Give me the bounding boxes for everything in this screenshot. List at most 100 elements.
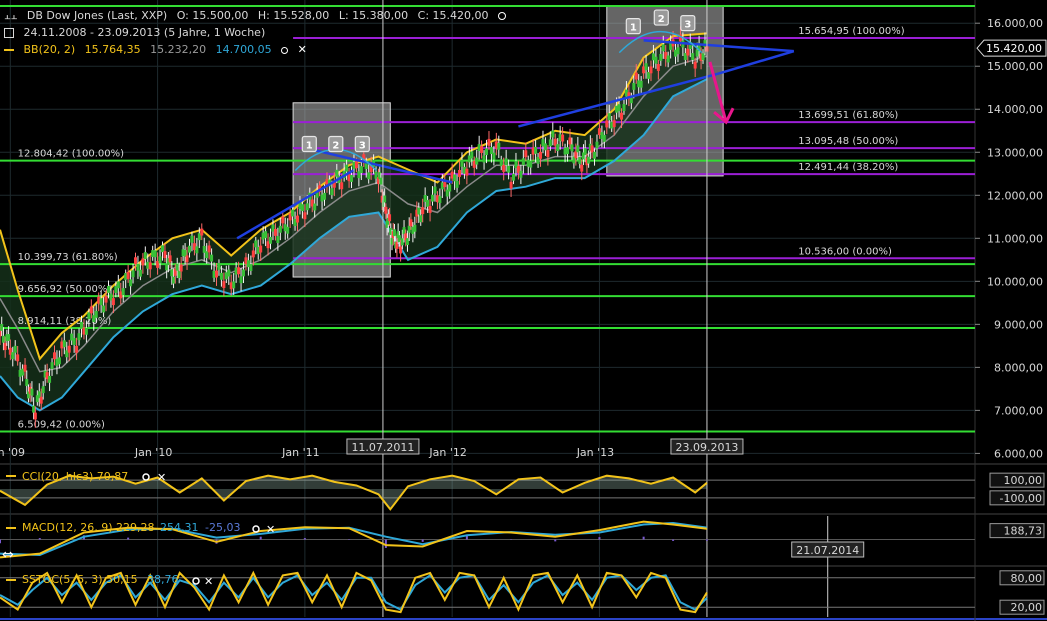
price-candle-body [305,203,309,211]
price-candle-body [509,181,513,189]
price-candle-body [480,146,484,153]
bb-close-icon[interactable]: ✕ [298,43,307,56]
price-candle-body [492,152,496,160]
price-candle-body [0,323,4,331]
fib-level-label: 9.656,92 (50.00%) [18,284,112,295]
price-candle-body [656,64,660,71]
price-candle-body [453,174,457,182]
price-candle-body [350,175,354,182]
price-candle-body [421,207,425,215]
price-candle-body [3,343,7,351]
resize-handle-icon: ⇔ [2,547,14,563]
price-candle-body [691,53,695,60]
fib-level-label: 12.804,42 (100.00%) [18,149,124,160]
bb-row: BB(20, 2) 15.764,35 15.232,20 14.700,05 … [4,43,313,56]
price-candle-body [67,345,71,353]
calendar-icon[interactable] [4,28,14,38]
price-candle-body [313,203,317,211]
price-candle-body [634,72,638,80]
price-candle-body [345,164,349,172]
price-candle-body [72,338,76,345]
price-candle-body [340,182,344,190]
price-candle-body [273,228,277,236]
price-candle-body [254,240,258,248]
price-candle-body [534,146,538,154]
price-candle-body [190,235,194,243]
x-tick-label: Jan '12 [428,446,466,459]
price-candle-body [693,61,697,69]
price-candle-body [242,269,246,277]
price-candle-body [644,63,648,71]
pattern-marker-label: 3 [684,20,691,31]
price-candle-body [666,55,670,63]
price-candle-body [359,166,363,174]
price-candle-body [654,56,658,64]
price-candle-body [620,112,624,120]
price-candle-body [659,53,663,61]
price-candle-body [172,276,176,284]
price-candle-body [487,138,491,146]
price-candle-body [259,245,263,253]
price-candle-body [170,269,174,277]
price-candle-body [281,216,285,224]
bb-value-upper: 15.764,35 [84,43,141,56]
price-candle-body [300,204,304,212]
price-candle-body [556,144,560,152]
macd-cursor-date-label: 21.07.2014 [796,544,859,557]
price-candle-body [407,225,411,233]
price-candle-body [458,170,462,177]
price-candle-body [30,388,34,396]
x-tick-label: Jan '09 [0,446,25,459]
price-candle-body [251,250,255,258]
price-candle-body [16,354,20,362]
price-candle-body [13,345,17,353]
fib-level-label: 15.654,95 (100.00%) [798,26,904,37]
price-candle-body [217,262,221,270]
bb-label: BB(20, 2) [23,43,76,56]
price-candle-body [276,236,280,244]
pattern-marker-label: 3 [359,141,366,152]
price-candle-body [57,357,61,365]
macd-header-signal: 254,31 [160,521,199,534]
price-candle-body [548,139,552,147]
y-tick-label: 11.000,00 [987,232,1043,245]
chart-type-icon[interactable]: ⫠⫠ [4,9,17,22]
price-candle-body [75,345,79,353]
price-candle-body [388,214,392,222]
price-candle-body [102,305,106,313]
price-candle-body [632,82,636,90]
price-candle-body [524,150,528,158]
fib-level-label: 12.491,44 (38.20%) [798,162,898,173]
price-candle-body [136,263,140,271]
price-candle-body [367,172,371,180]
y-tick-label: 10.000,00 [987,275,1043,288]
price-candle-body [11,352,15,360]
price-candle-body [210,254,214,262]
price-candle-body [179,264,183,272]
pattern-marker-label: 1 [306,141,313,152]
fib-level-label: 13.699,51 (61.80%) [798,110,898,121]
price-candle-body [335,169,339,177]
price-candle-body [111,298,115,306]
price-candle-body [264,231,268,239]
price-candle-body [133,257,137,265]
y-tick-label: 15.000,00 [987,60,1043,73]
price-candle-body [485,148,489,156]
price-candle-body [23,364,27,372]
macd-close-icon: ✕ [266,523,275,536]
price-candle-body [303,212,307,220]
price-candle-body [546,150,550,157]
chart-canvas[interactable]: 6.000,00 7.000,00 8.000,00 9.000,00 10.000,0… [0,0,1047,621]
price-candle-body [48,375,52,383]
price-candle-body [278,225,282,233]
price-candle-body [428,206,432,213]
price-candle-body [286,226,290,234]
stoch-ref-label: 80,00 [1011,572,1043,585]
price-candle-body [239,276,243,284]
settings-circle-icon[interactable] [498,12,507,20]
price-candle-body [207,245,211,253]
price-candle-body [507,165,511,173]
chart-window: 6.000,00 7.000,00 8.000,00 9.000,00 10.000,0… [0,0,1047,621]
bb-settings-icon[interactable] [281,46,289,54]
price-candle-body [99,298,103,306]
